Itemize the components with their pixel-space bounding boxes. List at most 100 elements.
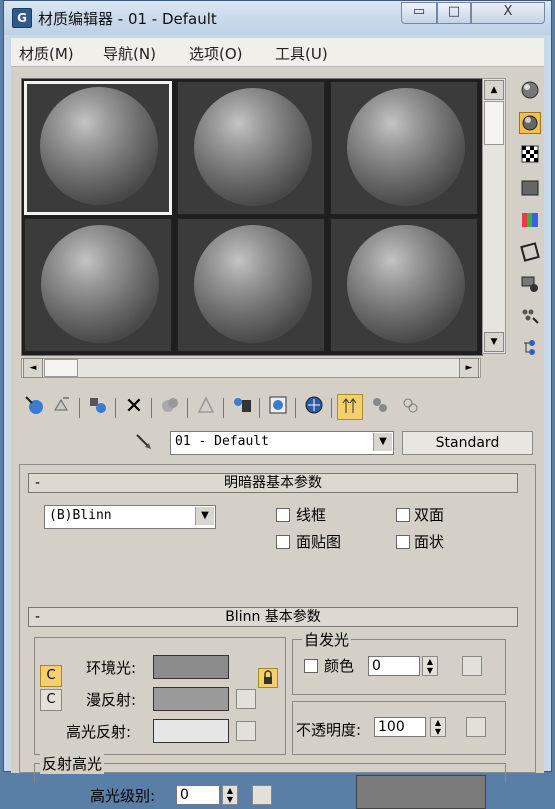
- two-sided-checkbox[interactable]: [396, 508, 410, 522]
- lock-diffuse-specular-button[interactable]: C: [40, 689, 62, 711]
- scroll-right-button[interactable]: ►: [459, 358, 479, 378]
- put-to-library-icon[interactable]: [193, 394, 219, 420]
- opacity-value-field[interactable]: 100: [374, 717, 426, 737]
- diffuse-color-swatch[interactable]: [153, 687, 229, 711]
- specular-level-field[interactable]: 0: [176, 785, 220, 805]
- scroll-thumb[interactable]: [484, 101, 504, 145]
- material-type-button[interactable]: Standard: [402, 431, 533, 455]
- sample-sphere: [194, 225, 312, 343]
- pick-material-from-object-icon[interactable]: [131, 431, 157, 455]
- self-illum-value-field[interactable]: 0: [368, 656, 420, 676]
- diffuse-map-button[interactable]: [236, 689, 256, 709]
- sample-type-sphere-icon[interactable]: [519, 80, 541, 102]
- scroll-left-button[interactable]: ◄: [23, 358, 43, 378]
- shader-basic-params-header[interactable]: - 明暗器基本参数: [28, 473, 518, 493]
- scroll-down-button[interactable]: ▼: [484, 332, 504, 352]
- ambient-label: 环境光:: [86, 659, 137, 677]
- wireframe-label: 线框: [296, 506, 327, 524]
- menu-material[interactable]: 材质(M): [19, 43, 74, 64]
- lock-ambient-diffuse-button[interactable]: C: [40, 665, 62, 687]
- menu-bar: 材质(M) 导航(N) 选项(O) 工具(U): [11, 38, 544, 67]
- options-icon[interactable]: [519, 274, 541, 296]
- material-toolbar: ✕: [21, 392, 541, 424]
- toolbar-separator: [151, 398, 152, 418]
- show-end-result-icon[interactable]: [301, 394, 327, 420]
- face-map-checkbox[interactable]: [276, 535, 290, 549]
- toolbar-separator: [331, 398, 332, 418]
- chevron-down-icon[interactable]: ▼: [373, 433, 392, 451]
- sample-sphere: [347, 225, 465, 343]
- go-forward-to-sibling-icon[interactable]: [367, 394, 393, 420]
- diffuse-label: 漫反射:: [86, 691, 137, 709]
- sample-slot[interactable]: [330, 81, 478, 215]
- sample-uv-tiling-icon[interactable]: [519, 178, 541, 200]
- minimize-button[interactable]: ▭: [401, 2, 437, 24]
- lock-icon[interactable]: [258, 668, 278, 688]
- menu-navigation[interactable]: 导航(N): [103, 43, 156, 64]
- sample-slot[interactable]: [177, 218, 325, 352]
- vertical-scrollbar[interactable]: ▲ ▼: [482, 78, 506, 354]
- sample-sphere: [40, 87, 158, 205]
- material-id-channel-icon[interactable]: [229, 394, 255, 420]
- toolbar-separator: [223, 398, 224, 418]
- show-map-in-viewport-icon[interactable]: [265, 394, 291, 420]
- shader-type: (B)Blinn: [49, 508, 112, 523]
- collapse-icon: -: [35, 609, 41, 625]
- close-button[interactable]: X: [471, 2, 545, 24]
- material-map-navigator-icon[interactable]: [519, 338, 541, 360]
- spinner-arrows-icon[interactable]: ▲ ▼: [222, 785, 238, 805]
- go-to-parent-icon[interactable]: [337, 394, 363, 420]
- sample-sphere: [194, 88, 312, 206]
- assign-to-selection-icon[interactable]: [85, 394, 111, 420]
- specular-color-swatch[interactable]: [153, 719, 229, 743]
- app-icon[interactable]: G: [12, 8, 32, 28]
- maximize-button[interactable]: □: [437, 2, 471, 24]
- faceted-checkbox[interactable]: [396, 535, 410, 549]
- opacity-map-button[interactable]: [466, 717, 486, 737]
- specular-map-button[interactable]: [236, 721, 256, 741]
- toolbar-separator: [295, 398, 296, 418]
- delete-icon[interactable]: ✕: [121, 394, 147, 420]
- sample-slot[interactable]: [24, 81, 172, 215]
- ambient-color-swatch[interactable]: [153, 655, 229, 679]
- backlight-icon[interactable]: [519, 112, 541, 134]
- scroll-thumb[interactable]: [44, 359, 78, 377]
- toolbar-separator: [115, 398, 116, 418]
- specular-level-map-button[interactable]: [252, 785, 272, 805]
- blinn-basic-params-header[interactable]: - Blinn 基本参数: [28, 607, 518, 627]
- rollout-title: 明暗器基本参数: [224, 475, 322, 491]
- material-editor-window: G 材质编辑器 - 01 - Default ▭ □ X 材质(M) 导航(N)…: [3, 0, 552, 809]
- title-bar[interactable]: G 材质编辑器 - 01 - Default ▭ □ X: [4, 1, 551, 35]
- parameters-panel: - 明暗器基本参数 (B)Blinn ▼ 线框 双面 面贴图 面状 - Blin…: [19, 464, 536, 809]
- video-color-check-icon[interactable]: [519, 210, 541, 232]
- window-title: 材质编辑器 - 01 - Default: [38, 10, 217, 28]
- menu-tools[interactable]: 工具(U): [275, 43, 328, 64]
- make-unique-icon[interactable]: [157, 394, 183, 420]
- put-to-scene-icon[interactable]: [49, 394, 75, 420]
- scroll-up-button[interactable]: ▲: [484, 80, 504, 100]
- self-illum-color-checkbox[interactable]: [304, 659, 318, 673]
- spinner-arrows-icon[interactable]: ▲ ▼: [422, 656, 438, 676]
- horizontal-scrollbar[interactable]: ◄ ►: [21, 358, 481, 378]
- collapse-icon: -: [35, 475, 41, 491]
- material-effects-icon[interactable]: [397, 394, 423, 420]
- self-illumination-title: 自发光: [302, 629, 352, 650]
- get-material-icon[interactable]: [21, 394, 47, 420]
- chevron-down-icon[interactable]: ▼: [195, 507, 214, 525]
- shader-type-dropdown[interactable]: (B)Blinn ▼: [44, 505, 216, 529]
- menu-options[interactable]: 选项(O): [189, 43, 243, 64]
- background-checker-icon[interactable]: [519, 144, 541, 166]
- sample-slot[interactable]: [330, 218, 478, 352]
- self-illum-color-label: 颜色: [324, 657, 355, 675]
- sample-slot[interactable]: [177, 81, 325, 215]
- wireframe-checkbox[interactable]: [276, 508, 290, 522]
- make-preview-icon[interactable]: [519, 242, 541, 264]
- material-name-dropdown[interactable]: 01 - Default ▼: [170, 431, 394, 455]
- specular-highlights-title: 反射高光: [40, 753, 105, 774]
- toolbar-separator: [259, 398, 260, 418]
- self-illum-map-button[interactable]: [462, 656, 482, 676]
- spinner-arrows-icon[interactable]: ▲ ▼: [430, 717, 446, 737]
- select-by-material-icon[interactable]: [519, 306, 541, 328]
- material-name: 01 - Default: [175, 434, 269, 449]
- sample-slot[interactable]: [24, 218, 172, 352]
